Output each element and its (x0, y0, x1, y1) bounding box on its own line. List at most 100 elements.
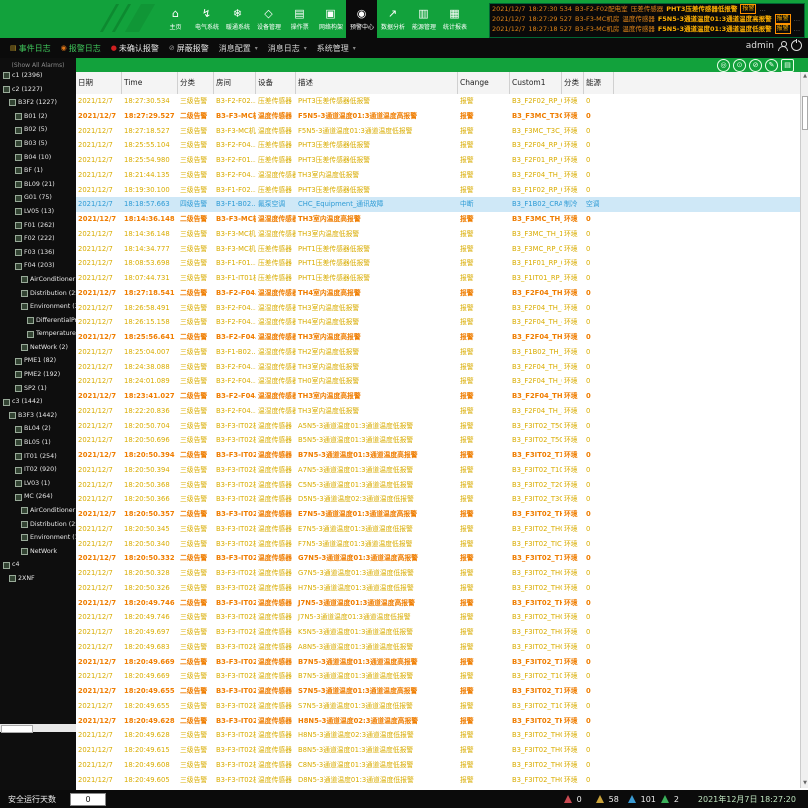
scroll-down-arrow[interactable]: ▼ (801, 779, 808, 788)
tree-item-BF[interactable]: BF (1) (0, 164, 76, 178)
table-row[interactable]: 2021/12/718:20:49.697三级告警B3-F3-IT02机房温度传… (76, 625, 800, 640)
column-header-4[interactable]: 设备 (256, 72, 296, 94)
column-header-8[interactable]: 分类 (562, 72, 584, 94)
table-row[interactable]: 2021/12/718:20:49.746三级告警B3-F3-IT02机房温度传… (76, 610, 800, 625)
tree-item-F02[interactable]: F02 (222) (0, 232, 76, 246)
column-header-5[interactable]: 描述 (296, 72, 458, 94)
nav-item-主页[interactable]: ⌂主页 (160, 0, 191, 38)
tree-item-2XNF[interactable]: 2XNF (0, 572, 76, 586)
tree-item-PME1[interactable]: PME1 (82) (0, 354, 76, 368)
mute-icon[interactable]: ⊘ (749, 59, 762, 72)
tree-item-c4[interactable]: c4 (0, 558, 76, 572)
tab-消息日志[interactable]: 消息日志▾ (268, 43, 307, 54)
tree-item-DifferentialPressureS[interactable]: DifferentialPressureS (0, 314, 76, 328)
table-row[interactable]: 2021/12/718:20:49.628三级告警B3-F3-IT02机房温度传… (76, 728, 800, 743)
table-row[interactable]: 2021/12/718:24:01.089三级告警B3-F2-F04…温湿度传感… (76, 374, 800, 389)
user-menu[interactable]: admin (746, 40, 802, 51)
tab-系统管理[interactable]: 系统管理▾ (317, 43, 356, 54)
table-row[interactable]: 2021/12/718:23:41.027二级告警B3-F2-F04…温湿度传感… (76, 389, 800, 404)
table-row[interactable]: 2021/12/718:20:50.368三级告警B3-F3-IT02机房温度传… (76, 478, 800, 493)
tree-item-BL05[interactable]: BL05 (1) (0, 436, 76, 450)
show-all-alarms-item[interactable]: (Show All Alarms) (0, 58, 76, 69)
table-row[interactable]: 2021/12/718:25:55.104三级告警B3-F2-F04…压差传感器… (76, 138, 800, 153)
table-row[interactable]: 2021/12/718:14:36.148二级告警B3-F3-MC机房温湿度传感… (76, 212, 800, 227)
table-row[interactable]: 2021/12/718:20:49.655二级告警B3-F3-IT02机房温度传… (76, 684, 800, 699)
nav-item-操作票[interactable]: ▤操作票 (284, 0, 315, 38)
tree-item-B3F3[interactable]: B3F3 (1442) (0, 409, 76, 423)
table-vscrollbar-thumb[interactable] (802, 96, 808, 130)
table-row[interactable]: 2021/12/718:25:04.007三级告警B3-F1-B02…温湿度传感… (76, 345, 800, 360)
table-vscrollbar[interactable]: ▲ ▼ (800, 72, 808, 788)
sidebar-hscrollbar-thumb[interactable] (1, 725, 33, 733)
pause-icon[interactable]: ⊙ (733, 59, 746, 72)
table-row[interactable]: 2021/12/718:18:57.663四级告警B3-F1-B02…氟泵空调C… (76, 197, 800, 212)
power-icon[interactable] (791, 40, 802, 51)
table-row[interactable]: 2021/12/718:08:53.698三级告警B3-F1-F01…压差传感器… (76, 256, 800, 271)
column-header-6[interactable]: Change (458, 72, 510, 94)
tree-item-Environment[interactable]: Environment (12) (0, 531, 76, 545)
tree-item-AirConditioner[interactable]: AirConditioner (0, 504, 76, 518)
tree-item-Distribution[interactable]: Distribution (253) (0, 287, 76, 301)
column-header-3[interactable]: 房间 (214, 72, 256, 94)
nav-item-统计报表[interactable]: ▦统计报表 (439, 0, 470, 38)
filter-icon[interactable]: ◎ (717, 59, 730, 72)
column-header-9[interactable]: 能源 (584, 72, 614, 94)
table-row[interactable]: 2021/12/718:20:50.394三级告警B3-F3-IT02机房温度传… (76, 463, 800, 478)
table-row[interactable]: 2021/12/718:26:15.158三级告警B3-F2-F04…温湿度传感… (76, 315, 800, 330)
scroll-up-arrow[interactable]: ▲ (801, 72, 808, 81)
tree-item-G01[interactable]: G01 (75) (0, 191, 76, 205)
tree-item-BL04[interactable]: BL04 (2) (0, 422, 76, 436)
table-row[interactable]: 2021/12/718:25:54.980三级告警B3-F2-F01…压差传感器… (76, 153, 800, 168)
tab-屏蔽报警[interactable]: ⊘屏蔽报警 (169, 43, 209, 54)
tree-item-SP2[interactable]: SP2 (1) (0, 382, 76, 396)
tree-item-Distribution[interactable]: Distribution (252) (0, 518, 76, 532)
nav-item-预警中心[interactable]: ◉预警中心 (346, 0, 377, 38)
table-row[interactable]: 2021/12/718:20:49.669二级告警B3-F3-IT02机房温度传… (76, 655, 800, 670)
table-row[interactable]: 2021/12/718:26:58.491三级告警B3-F2-F04…温湿度传感… (76, 301, 800, 316)
tab-事件日志[interactable]: ▤事件日志 (10, 43, 51, 54)
table-row[interactable]: 2021/12/718:20:50.704三级告警B3-F3-IT02机房温度传… (76, 419, 800, 434)
tree-item-AirConditioner[interactable]: AirConditioner (10) (0, 273, 76, 287)
nav-item-设备管理[interactable]: ◇设备管理 (253, 0, 284, 38)
tree-item-F01[interactable]: F01 (262) (0, 219, 76, 233)
column-header-2[interactable]: 分类 (178, 72, 214, 94)
tree-item-NetWork[interactable]: NetWork (2) (0, 341, 76, 355)
nav-item-数据分析[interactable]: ↗数据分析 (377, 0, 408, 38)
tab-报警日志[interactable]: ◉报警日志 (61, 43, 101, 54)
table-row[interactable]: 2021/12/718:25:56.641二级告警B3-F2-F04…温湿度传感… (76, 330, 800, 345)
table-row[interactable]: 2021/12/718:14:36.148三级告警B3-F3-MC机房温湿度传感… (76, 227, 800, 242)
tree-item-B01[interactable]: B01 (2) (0, 110, 76, 124)
tree-item-NetWork[interactable]: NetWork (0, 545, 76, 559)
table-row[interactable]: 2021/12/718:20:49.655三级告警B3-F3-IT02机房温度传… (76, 699, 800, 714)
table-row[interactable]: 2021/12/718:20:50.345三级告警B3-F3-IT02机房温度传… (76, 522, 800, 537)
tree-item-Environment[interactable]: Environment (38) (0, 300, 76, 314)
column-header-1[interactable]: Time (122, 72, 178, 94)
tree-item-B04[interactable]: B04 (10) (0, 151, 76, 165)
table-row[interactable]: 2021/12/718:14:34.777三级告警B3-F3-MC机房压差传感器… (76, 242, 800, 257)
table-row[interactable]: 2021/12/718:20:49.615三级告警B3-F3-IT02机房温度传… (76, 743, 800, 758)
sidebar-hscrollbar[interactable] (0, 724, 76, 732)
table-row[interactable]: 2021/12/718:20:50.394二级告警B3-F3-IT02机房温度传… (76, 448, 800, 463)
tree-item-F03[interactable]: F03 (136) (0, 246, 76, 260)
tree-item-BL09[interactable]: BL09 (21) (0, 178, 76, 192)
table-row[interactable]: 2021/12/718:20:50.357二级告警B3-F3-IT02机房温度传… (76, 507, 800, 522)
table-row[interactable]: 2021/12/718:27:18.527三级告警B3-F3-MC机房温度传感器… (76, 124, 800, 139)
tree-item-LV03[interactable]: LV03 (1) (0, 477, 76, 491)
table-row[interactable]: 2021/12/718:20:49.628二级告警B3-F3-IT02机房温度传… (76, 714, 800, 729)
tab-消息配置[interactable]: 消息配置▾ (219, 43, 258, 54)
table-row[interactable]: 2021/12/718:20:50.332二级告警B3-F3-IT02机房温度传… (76, 551, 800, 566)
table-row[interactable]: 2021/12/718:07:44.731三级告警B3-F1-IT01机房压差传… (76, 271, 800, 286)
tab-未确认报警[interactable]: ●未确认报警 (111, 43, 159, 54)
tree-item-B02[interactable]: B02 (5) (0, 123, 76, 137)
user-icon[interactable] (778, 41, 787, 50)
tree-item-B03[interactable]: B03 (5) (0, 137, 76, 151)
table-row[interactable]: 2021/12/718:22:20.836三级告警B3-F2-F04…温湿度传感… (76, 404, 800, 419)
table-row[interactable]: 2021/12/718:20:49.608三级告警B3-F3-IT02机房温度传… (76, 758, 800, 773)
table-row[interactable]: 2021/12/718:24:38.088三级告警B3-F2-F04…温湿度传感… (76, 360, 800, 375)
nav-item-暖通系统[interactable]: ❄暖通系统 (222, 0, 253, 38)
table-row[interactable]: 2021/12/718:20:50.326三级告警B3-F3-IT02机房温度传… (76, 581, 800, 596)
tree-item-c1[interactable]: c1 (2396) (0, 69, 76, 83)
table-row[interactable]: 2021/12/718:20:50.366三级告警B3-F3-IT02机房温度传… (76, 492, 800, 507)
column-header-7[interactable]: Custom1 (510, 72, 562, 94)
nav-item-能源管理[interactable]: ▥能源管理 (408, 0, 439, 38)
